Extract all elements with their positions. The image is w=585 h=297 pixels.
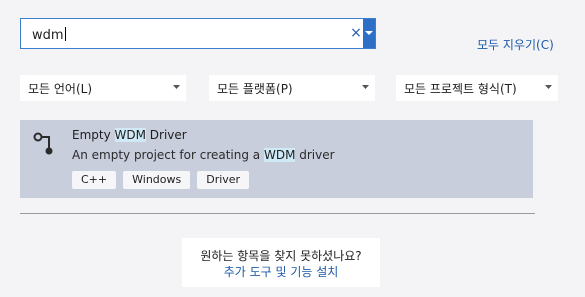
search-match-highlight: WDM bbox=[263, 148, 296, 162]
help-box: 원하는 항목을 찾지 못하셨나요? 추가 도구 및 기능 설치 bbox=[182, 238, 380, 287]
chevron-down-icon bbox=[173, 85, 180, 89]
tag-cpp: C++ bbox=[72, 171, 117, 189]
language-filter-dropdown[interactable]: 모든 언어(L) bbox=[20, 75, 186, 101]
search-box[interactable]: wdm × bbox=[20, 18, 376, 49]
install-more-tools-link[interactable]: 추가 도구 및 기능 설치 bbox=[182, 263, 380, 280]
template-item-empty-wdm-driver[interactable]: Empty WDM Driver An empty project for cr… bbox=[20, 120, 533, 198]
chevron-down-icon bbox=[545, 85, 552, 89]
project-type-filter-label: 모든 프로젝트 형식(T) bbox=[404, 82, 517, 96]
search-input[interactable]: wdm bbox=[32, 27, 66, 43]
clear-all-link[interactable]: 모두 지우기(C) bbox=[477, 36, 554, 53]
platform-filter-dropdown[interactable]: 모든 플랫폼(P) bbox=[209, 75, 375, 101]
text-caret bbox=[64, 27, 66, 41]
chevron-down-icon bbox=[362, 85, 369, 89]
template-tags: C++ Windows Driver bbox=[72, 171, 250, 189]
platform-filter-label: 모든 플랫폼(P) bbox=[217, 82, 293, 96]
divider bbox=[20, 213, 535, 214]
project-type-filter-dropdown[interactable]: 모든 프로젝트 형식(T) bbox=[396, 75, 558, 101]
search-match-highlight: WDM bbox=[114, 128, 146, 142]
template-title: Empty WDM Driver bbox=[72, 128, 187, 142]
chevron-down-icon bbox=[365, 31, 373, 35]
tag-driver: Driver bbox=[197, 171, 250, 189]
template-description: An empty project for creating a WDM driv… bbox=[72, 148, 335, 162]
tag-windows: Windows bbox=[123, 171, 191, 189]
search-history-dropdown-button[interactable] bbox=[363, 19, 375, 48]
language-filter-label: 모든 언어(L) bbox=[28, 82, 93, 96]
help-question: 원하는 항목을 찾지 못하셨나요? bbox=[200, 249, 362, 263]
driver-plug-icon bbox=[33, 132, 53, 155]
